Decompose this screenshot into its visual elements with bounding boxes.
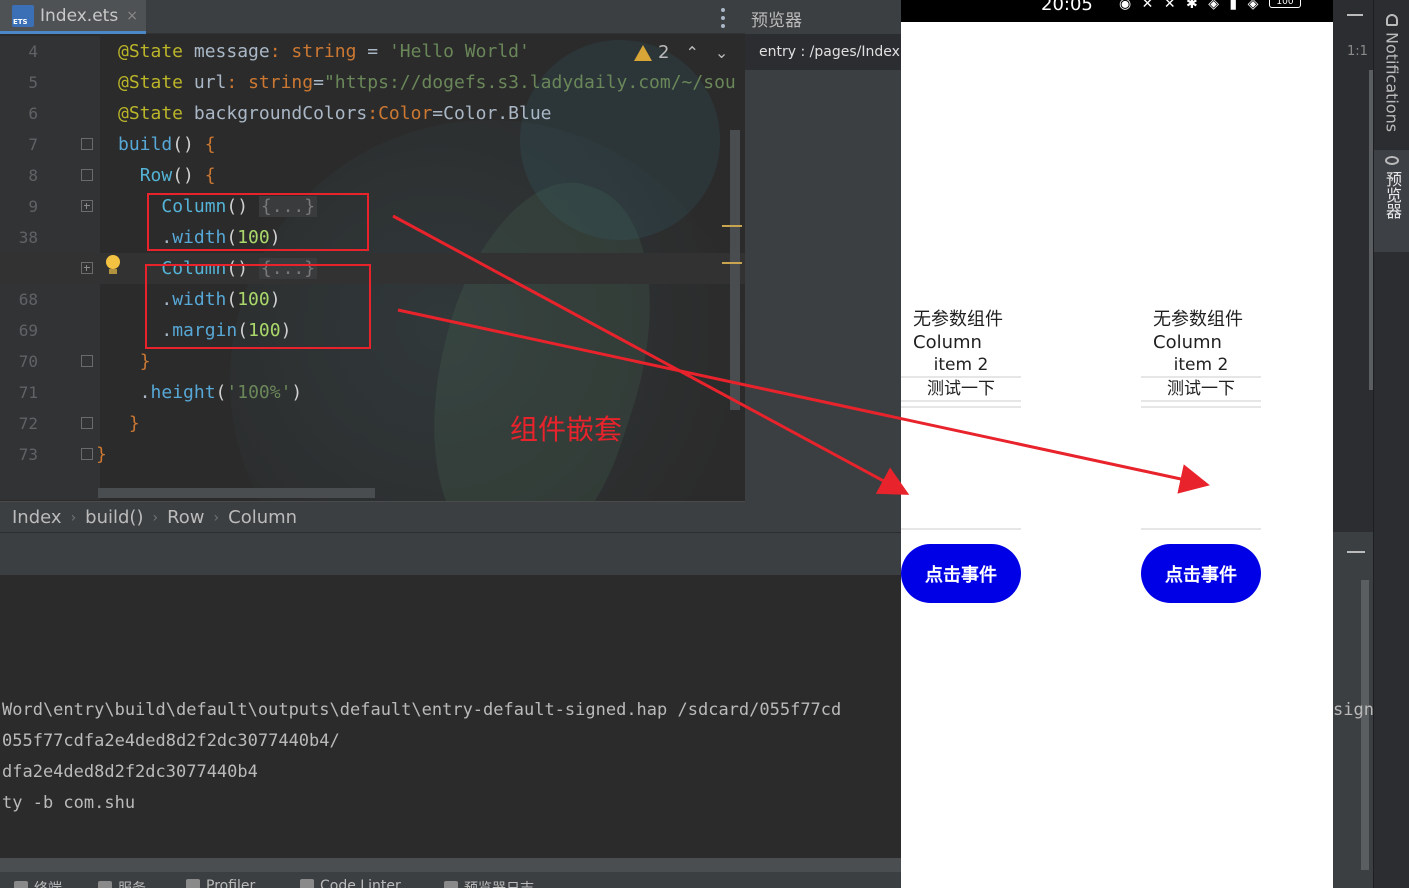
arrow-to-column-2 (397, 308, 1210, 494)
arrow-to-column-1 (392, 214, 910, 495)
annotation-arrows (392, 214, 1210, 495)
